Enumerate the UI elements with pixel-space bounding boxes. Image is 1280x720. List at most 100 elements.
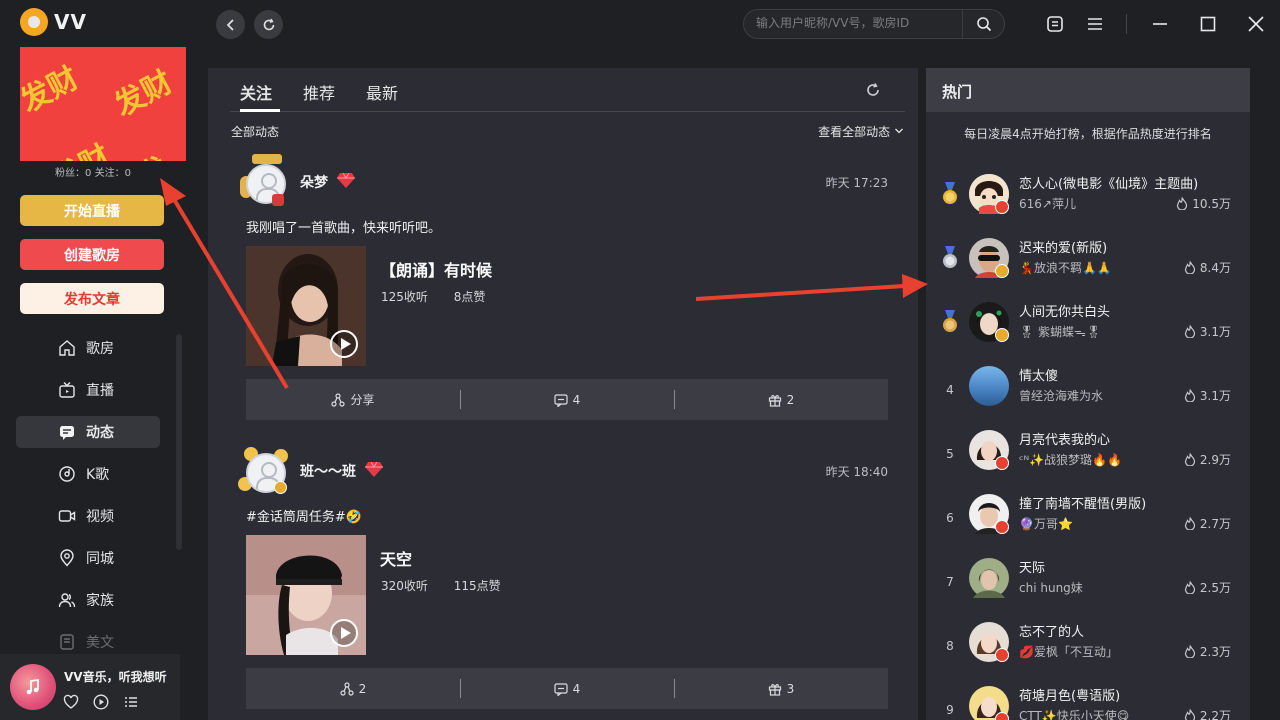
song-cover[interactable]	[246, 246, 366, 366]
avatar-image	[969, 558, 1009, 598]
playlist-icon[interactable]	[123, 694, 139, 710]
like-count: 115点赞	[453, 579, 501, 593]
sidebar-item-family[interactable]: 家族	[16, 584, 160, 616]
tab-recommend[interactable]: 推荐	[303, 80, 335, 104]
refresh-button[interactable]	[254, 10, 283, 39]
share-label: 分享	[350, 393, 375, 407]
post-username[interactable]: 朵梦	[300, 172, 328, 192]
close-button[interactable]	[1244, 12, 1268, 36]
tab-latest[interactable]: 最新	[366, 80, 398, 104]
song-stats: 125收听 8点赞	[381, 288, 507, 305]
listen-count: 125收听	[381, 290, 428, 304]
hot-list-item[interactable]: 4 情太傻 曾经沧海难为水 3.1万	[926, 361, 1250, 425]
app-logo: VV	[20, 8, 87, 36]
comment-icon	[554, 393, 568, 407]
post-time: 昨天 17:23	[825, 176, 888, 190]
flame-icon	[1184, 261, 1196, 274]
sidebar-item-label: 视频	[86, 509, 114, 525]
post-actions: 分享 4 2	[246, 379, 888, 420]
minimize-icon	[1153, 23, 1167, 25]
sidebar-item-karaoke[interactable]: K歌	[16, 458, 160, 490]
comment-button[interactable]: 4	[460, 668, 674, 709]
chevron-left-icon	[226, 18, 234, 31]
feed-post: 班～～班 昨天 18:40 #金话筒周任务#🤣 天空 320收听 115点赞 2…	[208, 443, 918, 713]
back-button[interactable]	[216, 10, 245, 39]
vip-badge	[995, 200, 1009, 214]
document-icon	[60, 634, 74, 650]
minimize-button[interactable]	[1148, 12, 1172, 36]
hot-list-item[interactable]: 人间无你共白头 🎖 紫蝴蝶ᯓ🎖 3.1万	[926, 297, 1250, 361]
title-divider	[1126, 14, 1127, 34]
hot-singer: 🎖 紫蝴蝶ᯓ🎖	[1019, 325, 1102, 339]
user-avatar[interactable]	[238, 443, 294, 499]
search-icon	[976, 17, 991, 32]
song-title[interactable]: 【朗诵】有时候	[380, 257, 492, 281]
post-username[interactable]: 班～～班	[300, 461, 356, 481]
comment-button[interactable]: 4	[460, 379, 674, 420]
sidebar-item-label: 动态	[86, 425, 114, 441]
play-icon[interactable]	[330, 330, 358, 358]
song-cover[interactable]	[246, 535, 366, 655]
like-count: 8点赞	[453, 290, 486, 304]
comment-icon	[554, 682, 568, 696]
hot-singer: 🔮万哥⭐	[1019, 517, 1073, 531]
publish-article-button[interactable]: 发布文章	[20, 283, 164, 314]
hot-list-item[interactable]: 恋人心(微电影《仙境》主题曲) 616↗萍儿 10.5万	[926, 169, 1250, 233]
maximize-button[interactable]	[1196, 12, 1220, 36]
sidebar-scrollbar[interactable]	[176, 334, 182, 550]
hot-heat: 2.2万	[1184, 707, 1231, 720]
vip-badge	[995, 520, 1009, 534]
search-button[interactable]	[962, 10, 1004, 38]
flame-icon	[1184, 709, 1196, 720]
gift-icon	[768, 683, 781, 696]
hot-list-item[interactable]: 7 天际 chi hung妹 2.5万	[926, 553, 1250, 617]
sidebar-item-video[interactable]: 视频	[16, 500, 160, 532]
notes-button[interactable]	[1043, 12, 1067, 36]
hot-song-title: 人间无你共白头	[1019, 305, 1111, 320]
rank-number: 6	[946, 511, 954, 525]
sidebar-item-song-room[interactable]: 歌房	[16, 332, 160, 364]
post-text: 我刚唱了一首歌曲，快来听听吧。	[246, 221, 442, 236]
heart-icon[interactable]	[63, 694, 79, 710]
menu-button[interactable]	[1083, 12, 1107, 36]
album-art[interactable]	[10, 664, 56, 710]
refresh-feed-icon[interactable]	[865, 82, 881, 98]
share-button[interactable]: 2	[246, 668, 460, 709]
search-input[interactable]	[756, 16, 956, 30]
profile-banner[interactable]: 发财 发财 发财 发财	[20, 47, 186, 161]
create-room-button[interactable]: 创建歌房	[20, 239, 164, 270]
start-live-button[interactable]: 开始直播	[20, 195, 164, 226]
hot-list-item[interactable]: 8 忘不了的人 💋爱枫「不互动」 2.3万	[926, 617, 1250, 681]
notes-icon	[1047, 16, 1063, 32]
hot-song-title: 情太傻	[1019, 369, 1059, 384]
hot-list-item[interactable]: 5 月亮代表我的心 ᶜᴺ✨战狼梦璐🔥🔥 2.9万	[926, 425, 1250, 489]
flame-icon	[1184, 645, 1196, 658]
hot-singer: chi hung妹	[1019, 581, 1083, 595]
song-title[interactable]: 天空	[380, 546, 412, 570]
flame-icon	[1184, 581, 1196, 594]
hot-list-item[interactable]: 6 撞了南墙不醒悟(男版) 🔮万哥⭐ 2.7万	[926, 489, 1250, 553]
comment-count: 4	[572, 681, 581, 696]
user-avatar[interactable]	[238, 154, 294, 210]
hot-singer: 💃放浪不羁🙏🙏	[1019, 261, 1112, 275]
view-all-feed-dropdown[interactable]: 查看全部动态	[818, 123, 904, 140]
share-icon	[331, 392, 346, 407]
heat-value: 10.5万	[1192, 197, 1231, 211]
sidebar-item-feed[interactable]: 动态	[16, 416, 160, 448]
play-icon[interactable]	[93, 694, 109, 710]
hot-heat: 2.7万	[1184, 515, 1231, 532]
sidebar-item-label: 家族	[86, 593, 114, 609]
gift-button[interactable]: 3	[674, 668, 888, 709]
sidebar-item-nearby[interactable]: 同城	[16, 542, 160, 574]
hot-list-item[interactable]: 迟来的爱(新版) 💃放浪不羁🙏🙏 8.4万	[926, 233, 1250, 297]
gift-button[interactable]: 2	[674, 379, 888, 420]
hot-list-item[interactable]: 9 荷塘月色(粤语版) CTT✨快乐小天使😋 2.2万	[926, 681, 1250, 720]
view-all-label: 查看全部动态	[818, 125, 891, 139]
share-button[interactable]: 分享	[246, 379, 460, 420]
hot-song-title: 迟来的爱(新版)	[1019, 241, 1108, 256]
tab-following[interactable]: 关注	[240, 80, 272, 104]
sidebar-item-live[interactable]: 直播	[16, 374, 160, 406]
group-icon	[58, 593, 76, 608]
rank-number: 5	[946, 447, 954, 461]
play-icon[interactable]	[330, 619, 358, 647]
